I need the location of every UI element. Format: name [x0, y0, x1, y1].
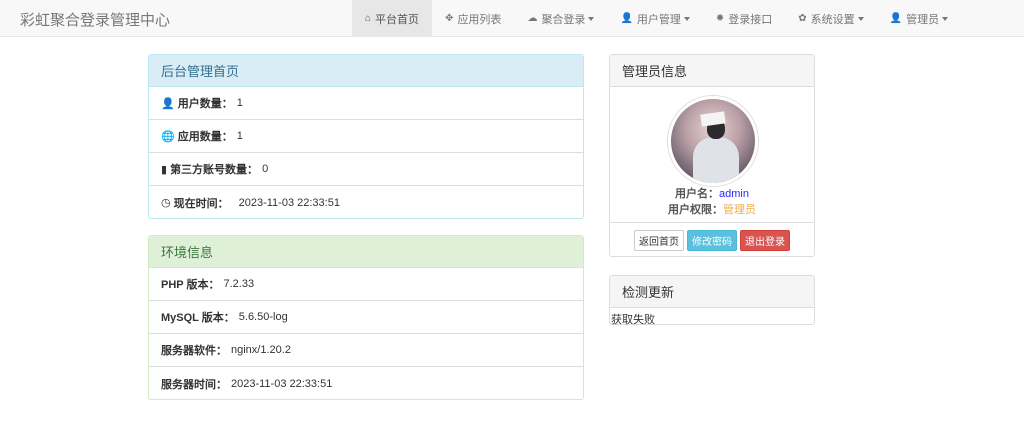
- row-label: PHP 版本：: [161, 279, 220, 291]
- list-item: 服务器软件： nginx/1.20.2: [149, 334, 583, 367]
- nav-item-home[interactable]: ⌂ 平台首页: [352, 0, 433, 37]
- nav-label: 管理员: [906, 13, 940, 26]
- nav-label: 聚合登录: [541, 13, 586, 26]
- row-value: 2023-11-03 22:33:51: [231, 377, 333, 390]
- user-icon: 👤: [161, 97, 175, 110]
- avatar-figure: [693, 137, 739, 183]
- username-value: admin: [719, 188, 749, 200]
- nav-item-user-management[interactable]: 👤 用户管理: [607, 0, 702, 37]
- list-item: ▮ 第三方账号数量： 0: [149, 153, 583, 186]
- logout-button[interactable]: 退出登录: [740, 229, 790, 251]
- panel-title: 管理员信息: [610, 55, 814, 87]
- clock-icon: ◷: [161, 197, 171, 209]
- admin-body: 用户名：admin 用户权限：管理员: [610, 87, 814, 223]
- admin-panel: 管理员信息 用户名：admin 用户权限：管理员 返回首页 修改密码 退出登录: [609, 54, 815, 257]
- row-label: 服务器时间：: [161, 378, 227, 391]
- nav-item-admin[interactable]: 👤 管理员: [877, 0, 961, 37]
- row-value: 1: [236, 130, 243, 142]
- panel-title: 检测更新: [610, 276, 814, 308]
- nav-label: 应用列表: [457, 13, 502, 26]
- row-value: 0: [262, 163, 269, 175]
- row-value: 7.2.33: [223, 278, 255, 290]
- list-item: 🌐 应用数量： 1: [149, 120, 583, 153]
- row-label: 现在时间：: [173, 197, 229, 210]
- row-label: 第三方账号数量：: [170, 164, 259, 176]
- user-icon: 👤: [620, 13, 633, 24]
- row-value: 5.6.50-log: [238, 311, 288, 323]
- top-navbar: 彩虹聚合登录管理中心 ⌂ 平台首页 ✥ 应用列表 ☁ 聚合登录 👤 用户管理 ✹…: [0, 0, 1024, 37]
- role-line: 用户权限：管理员: [610, 201, 814, 217]
- list-item: 服务器时间： 2023-11-03 22:33:51: [149, 367, 583, 400]
- row-value: 2023-11-03 22:33:51: [238, 196, 340, 209]
- nav-item-system-settings[interactable]: ✿ 系统设置: [785, 0, 876, 37]
- row-label: 用户数量：: [177, 98, 233, 110]
- nav-item-login-api[interactable]: ✹ 登录接口: [703, 0, 785, 37]
- panel-title: 后台管理首页: [149, 55, 583, 87]
- chevron-down-icon: [857, 16, 864, 21]
- brand-title[interactable]: 彩虹聚合登录管理中心: [20, 9, 170, 30]
- username-line: 用户名：admin: [610, 185, 814, 201]
- row-value: nginx/1.20.2: [231, 344, 291, 356]
- user-icon: 👤: [889, 13, 903, 24]
- role-value: 管理员: [723, 204, 756, 216]
- cubes-icon: ✥: [445, 13, 454, 24]
- list-item: PHP 版本： 7.2.33: [149, 268, 583, 301]
- panel-title: 环境信息: [149, 236, 583, 268]
- list-item: 👤 用户数量： 1: [149, 87, 583, 120]
- update-panel: 检测更新 获取失败: [609, 275, 815, 326]
- role-label: 用户权限：: [668, 204, 723, 216]
- username-label: 用户名：: [675, 188, 720, 200]
- globe-icon: 🌐: [161, 130, 175, 143]
- row-label: 应用数量：: [177, 131, 233, 143]
- main-nav: ⌂ 平台首页 ✥ 应用列表 ☁ 聚合登录 👤 用户管理 ✹ 登录接口 ✿ 系统设…: [352, 0, 961, 37]
- nav-item-aggregate-login[interactable]: ☁ 聚合登录: [514, 0, 607, 37]
- nav-item-app-list[interactable]: ✥ 应用列表: [432, 0, 514, 37]
- nav-label: 登录接口: [728, 13, 773, 26]
- cloud-icon: ☁: [527, 13, 538, 24]
- cog-icon: ✿: [798, 13, 807, 24]
- env-panel: 环境信息 PHP 版本： 7.2.33 MySQL 版本： 5.6.50-log…: [148, 235, 584, 400]
- update-status: 获取失败: [611, 314, 655, 326]
- nav-label: 用户管理: [636, 13, 681, 26]
- chevron-down-icon: [942, 16, 949, 21]
- avatar: [668, 96, 758, 186]
- chevron-down-icon: [683, 16, 690, 21]
- chevron-down-icon: [588, 16, 595, 21]
- change-password-button[interactable]: 修改密码: [687, 229, 737, 251]
- row-value: 1: [236, 97, 243, 109]
- bar-chart-icon: ▮: [161, 163, 168, 176]
- gear-icon: ✹: [715, 13, 725, 24]
- row-label: 服务器软件：: [161, 345, 227, 357]
- home-icon: ⌂: [365, 13, 372, 24]
- list-item: MySQL 版本： 5.6.50-log: [149, 301, 583, 334]
- row-label: MySQL 版本：: [161, 312, 235, 324]
- nav-label: 平台首页: [375, 13, 420, 26]
- list-item: ◷ 现在时间： 2023-11-03 22:33:51: [149, 186, 583, 219]
- admin-actions: 返回首页 修改密码 退出登录: [610, 223, 814, 257]
- nav-label: 系统设置: [810, 13, 855, 26]
- stats-panel: 后台管理首页 👤 用户数量： 1 🌐 应用数量： 1 ▮ 第三方账号数量： 0 …: [148, 54, 584, 219]
- back-home-button[interactable]: 返回首页: [634, 229, 684, 251]
